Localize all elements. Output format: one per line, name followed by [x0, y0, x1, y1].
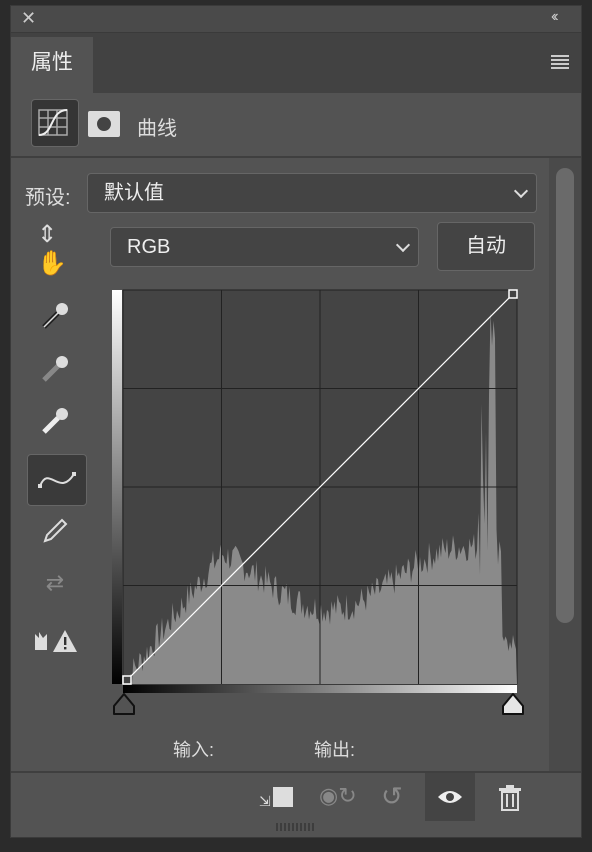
scrollbar-track[interactable] [549, 158, 581, 772]
curve-control-point[interactable] [122, 675, 132, 685]
pencil-icon[interactable] [37, 513, 73, 549]
close-icon[interactable]: ✕ [21, 8, 36, 29]
curves-icon[interactable] [31, 99, 79, 147]
chevron-down-icon [395, 237, 411, 253]
clipping-warning-icon[interactable] [33, 623, 79, 659]
resize-grip[interactable] [276, 823, 314, 831]
view-previous-state-icon[interactable]: ◉↻ [319, 783, 357, 809]
channel-value: RGB [127, 236, 171, 258]
curve-control-point[interactable] [508, 289, 518, 299]
divider [11, 156, 581, 158]
preset-label: 预设: [25, 187, 71, 209]
chevron-down-icon [513, 183, 529, 199]
reset-icon[interactable]: ↺ [381, 781, 403, 812]
scrollbar-thumb[interactable] [556, 168, 574, 623]
input-gradient [123, 685, 517, 693]
white-point-slider[interactable] [501, 692, 525, 718]
input-label: 输入: [173, 740, 215, 760]
tab-properties[interactable]: 属性 [11, 37, 93, 93]
preset-select[interactable]: 默认值 [87, 173, 537, 213]
black-point-slider[interactable] [112, 692, 136, 718]
adjustment-name: 曲线 [137, 118, 177, 140]
preset-value: 默认值 [104, 182, 164, 204]
double-chevron-left-icon[interactable]: ‹‹ [551, 8, 558, 26]
visibility-eye-icon[interactable] [425, 773, 475, 821]
footer-bar: ⇲ ◉↻ ↺ [11, 771, 581, 825]
auto-button[interactable]: 自动 [437, 222, 535, 271]
gray-point-eyedropper-icon[interactable] [37, 351, 73, 387]
panel-title-bar: ✕ ‹‹ [11, 6, 581, 33]
white-point-eyedropper-icon[interactable] [37, 403, 73, 439]
tab-bar: 属性 [11, 33, 581, 93]
hamburger-menu-icon[interactable] [551, 55, 569, 69]
clip-to-layer-icon[interactable]: ⇲ [259, 787, 299, 811]
properties-panel: ✕ ‹‹ 属性 曲线 预设: 默认值 RGB 自动 ⇕✋ ⇄ 输入: 输出: ⇲… [10, 5, 582, 838]
output-gradient [112, 290, 122, 684]
on-image-adjust-icon[interactable]: ⇕✋ [37, 221, 73, 277]
mask-icon[interactable] [88, 111, 120, 137]
curve-points-icon[interactable] [27, 454, 87, 506]
black-point-eyedropper-icon[interactable] [37, 298, 73, 334]
channel-select[interactable]: RGB [110, 227, 419, 267]
output-label: 输出: [314, 740, 356, 760]
smooth-icon[interactable]: ⇄ [37, 565, 73, 601]
trash-icon[interactable] [499, 785, 521, 816]
curves-graph[interactable] [112, 289, 518, 694]
